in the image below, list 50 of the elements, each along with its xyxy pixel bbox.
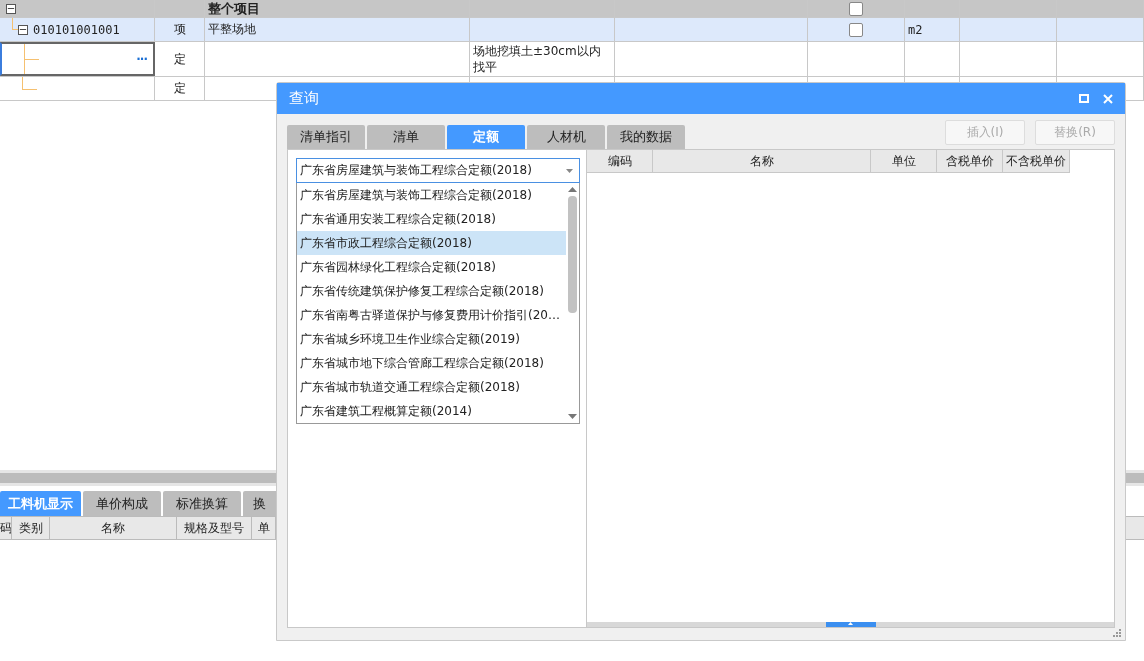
collapse-icon[interactable] — [6, 3, 16, 14]
dialog-tab[interactable]: 清单 — [367, 125, 445, 149]
type-label: 定 — [173, 50, 186, 68]
dropdown-option[interactable]: 广东省南粤古驿道保护与修复费用计价指引(20… — [297, 303, 566, 327]
item-name: 平整场地 — [208, 21, 256, 38]
dropdown-option[interactable]: 广东省市政工程综合定额(2018) — [297, 231, 566, 255]
close-icon[interactable] — [1103, 93, 1113, 104]
column-header: 单位 — [871, 150, 937, 173]
column-header: 名称 — [50, 517, 177, 539]
unit-label: m2 — [908, 22, 923, 37]
dropdown-option[interactable]: 广东省传统建筑保护修复工程综合定额(2018) — [297, 279, 566, 303]
dropdown-option[interactable]: 广东省城市地下综合管廊工程综合定额(2018) — [297, 351, 566, 375]
dropdown-option[interactable]: 广东省城市轨道交通工程综合定额(2018) — [297, 375, 566, 399]
item-code: 010101001001 — [33, 22, 120, 37]
column-header: 码 — [0, 517, 12, 539]
expand-handle[interactable] — [825, 622, 876, 627]
checkbox[interactable] — [849, 1, 863, 16]
type-label: 定 — [173, 80, 186, 97]
project-title: 整个项目 — [208, 0, 260, 17]
dialog-tab[interactable]: 我的数据 — [607, 125, 685, 149]
checkbox[interactable] — [849, 22, 863, 37]
type-label: 项 — [173, 21, 186, 38]
tree-line — [24, 44, 39, 74]
tree-line — [22, 77, 37, 90]
more-button[interactable]: ··· — [136, 52, 147, 66]
dropdown-option[interactable]: 广东省通用安装工程综合定额(2018) — [297, 207, 566, 231]
maximize-icon[interactable] — [1079, 94, 1089, 103]
dropdown-option[interactable]: 广东省建筑工程概算定额(2014) — [297, 399, 566, 423]
panel-tab[interactable]: 单价构成 — [83, 491, 161, 516]
column-header: 名称 — [653, 150, 871, 173]
library-dropdown[interactable]: 广东省房屋建筑与装饰工程综合定额(2018) — [296, 158, 580, 183]
dialog-tab[interactable]: 人材机 — [527, 125, 605, 149]
column-header: 类别 — [12, 517, 50, 539]
dropdown-option[interactable]: 广东省城乡环境卫生作业综合定额(2019) — [297, 327, 566, 351]
resize-grip-icon[interactable] — [1113, 629, 1121, 637]
column-header: 不含税单价 — [1003, 150, 1070, 173]
column-header: 规格及型号 — [177, 517, 252, 539]
column-header: 含税单价 — [937, 150, 1003, 173]
selected-cell[interactable]: ··· — [0, 42, 155, 76]
scroll-down-icon[interactable] — [568, 414, 577, 419]
collapse-icon[interactable] — [18, 24, 28, 35]
column-header: 编码 — [587, 150, 653, 173]
dropdown-option[interactable]: 广东省园林绿化工程综合定额(2018) — [297, 255, 566, 279]
scroll-up-icon[interactable] — [568, 187, 577, 192]
dialog-tab[interactable]: 清单指引 — [287, 125, 365, 149]
item-content: 场地挖填土±30cm以内找平 — [473, 43, 601, 75]
caret-icon — [566, 168, 573, 173]
dialog-title: 查询 — [289, 89, 319, 108]
panel-tab[interactable]: 标准换算 — [163, 491, 241, 516]
dropdown-option[interactable]: 广东省房屋建筑与装饰工程综合定额(2018) — [297, 183, 566, 207]
